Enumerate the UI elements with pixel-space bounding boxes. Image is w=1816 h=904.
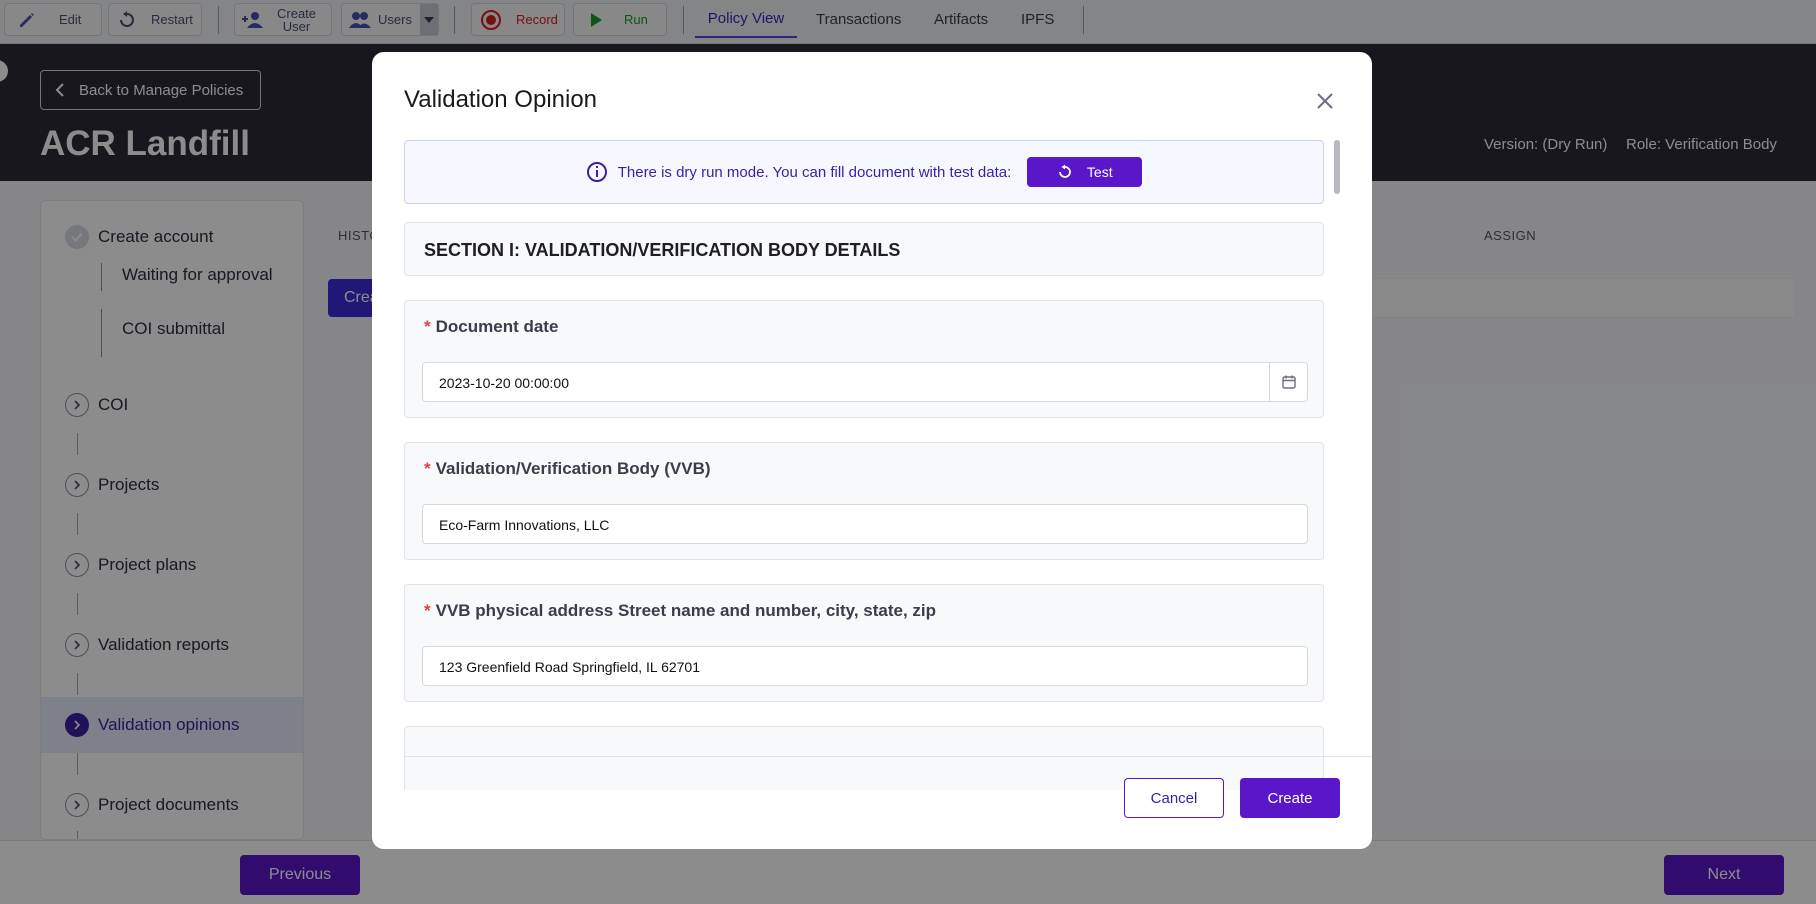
dialog-title: Validation Opinion [404, 86, 598, 113]
test-button-label: Test [1086, 164, 1113, 180]
field-label: * Validation/Verification Body (VVB) [424, 459, 711, 479]
create-button[interactable]: Create [1240, 778, 1340, 818]
close-icon[interactable] [1312, 88, 1338, 114]
vvb-input[interactable]: Eco-Farm Innovations, LLC [422, 504, 1308, 544]
field-label-text: Document date [435, 317, 559, 336]
dry-run-notice: There is dry run mode. You can fill docu… [404, 140, 1324, 204]
document-date-input[interactable]: 2023-10-20 00:00:00 [422, 362, 1308, 402]
validation-opinion-dialog: Validation Opinion There is dry run mode… [372, 52, 1372, 849]
vvb-address-input[interactable]: 123 Greenfield Road Springfield, IL 6270… [422, 646, 1308, 686]
field-label-text: VVB physical address Street name and num… [435, 601, 937, 620]
field-label: * VVB physical address Street name and nu… [424, 601, 936, 621]
dialog-scrollbar[interactable] [1334, 140, 1340, 194]
dialog-form-scroll[interactable]: There is dry run mode. You can fill docu… [404, 140, 1338, 790]
test-data-button[interactable]: Test [1027, 157, 1143, 187]
calendar-icon[interactable] [1269, 363, 1307, 401]
section-heading: SECTION I: VALIDATION/VERIFICATION BODY … [404, 222, 1324, 276]
required-marker: * [424, 601, 431, 620]
cancel-button[interactable]: Cancel [1124, 778, 1224, 818]
field-vvb: * Validation/Verification Body (VVB) Eco-… [404, 442, 1324, 560]
field-vvb-address: * VVB physical address Street name and nu… [404, 584, 1324, 702]
field-label: * Document date [424, 317, 558, 337]
dialog-footer-divider [404, 756, 1372, 757]
refresh-icon [1059, 164, 1071, 178]
info-icon [586, 162, 607, 182]
required-marker: * [424, 459, 431, 478]
field-document-date: * Document date 2023-10-20 00:00:00 [404, 300, 1324, 418]
required-marker: * [424, 317, 431, 336]
field-label-text: Validation/Verification Body (VVB) [435, 459, 711, 478]
document-date-value: 2023-10-20 00:00:00 [439, 375, 569, 391]
dry-run-notice-text: There is dry run mode. You can fill docu… [617, 163, 1012, 181]
